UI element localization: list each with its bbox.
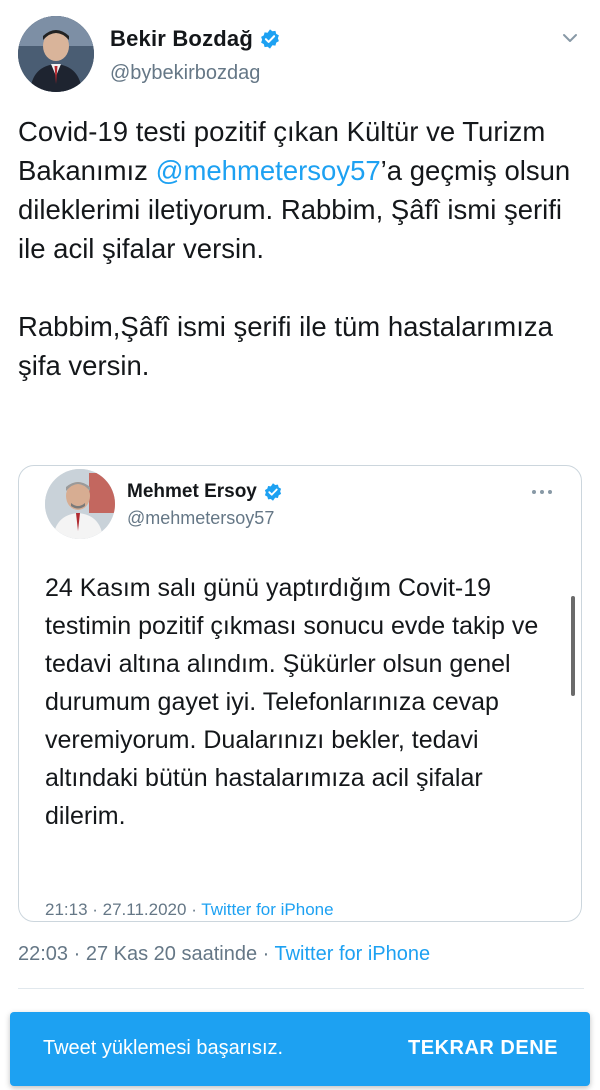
tweet-timestamp: 22:03 · 27 Kas 20 saatinde · (18, 943, 275, 965)
tweet-text: Covid-19 testi pozitif çıkan Kültür ve T… (18, 112, 584, 385)
author-handle[interactable]: @bybekirbozdag (110, 62, 260, 85)
tweet-header: Bekir Bozdağ @bybekirbozdag (18, 16, 584, 96)
author-name[interactable]: Bekir Bozdağ (110, 26, 253, 52)
scrollbar[interactable] (571, 596, 575, 696)
tweet-source-link[interactable]: Twitter for iPhone (274, 943, 430, 965)
verified-badge-icon (263, 482, 283, 502)
author-name-row: Bekir Bozdağ (110, 26, 281, 52)
quoted-tweet-timestamp: 21:13 · 27.11.2020 · (45, 900, 202, 919)
more-horizontal-icon[interactable] (531, 484, 553, 494)
verified-badge-icon (259, 28, 281, 50)
divider (18, 988, 584, 989)
quoted-author-avatar[interactable] (45, 469, 115, 539)
quoted-tweet-meta: 21:13 · 27.11.2020 · Twitter for iPhone (45, 900, 334, 920)
quoted-tweet-card[interactable]: Mehmet Ersoy @mehmetersoy57 24 Kasım sal… (18, 465, 582, 922)
quoted-tweet-text: 24 Kasım salı günü yaptırdığım Covit-19 … (45, 574, 539, 830)
quoted-author-name[interactable]: Mehmet Ersoy (127, 481, 257, 503)
quoted-author-name-row: Mehmet Ersoy (127, 481, 283, 503)
quoted-tweet-source-link[interactable]: Twitter for iPhone (201, 900, 333, 919)
author-avatar[interactable] (18, 16, 94, 92)
quoted-author-handle[interactable]: @mehmetersoy57 (127, 508, 274, 529)
snackbar-message: Tweet yüklemesi başarısız. (43, 1037, 284, 1059)
mention-link[interactable]: @mehmetersoy57 (156, 155, 381, 186)
tweet-text-part2: ’a geçmiş olsun dileklerimi iletiyorum. … (18, 155, 571, 381)
retry-button[interactable]: TEKRAR DENE (408, 1037, 558, 1060)
tweet-meta: 22:03 · 27 Kas 20 saatinde · Twitter for… (18, 943, 430, 966)
error-snackbar: Tweet yüklemesi başarısız. TEKRAR DENE (10, 1012, 590, 1086)
chevron-down-icon[interactable] (560, 28, 580, 48)
